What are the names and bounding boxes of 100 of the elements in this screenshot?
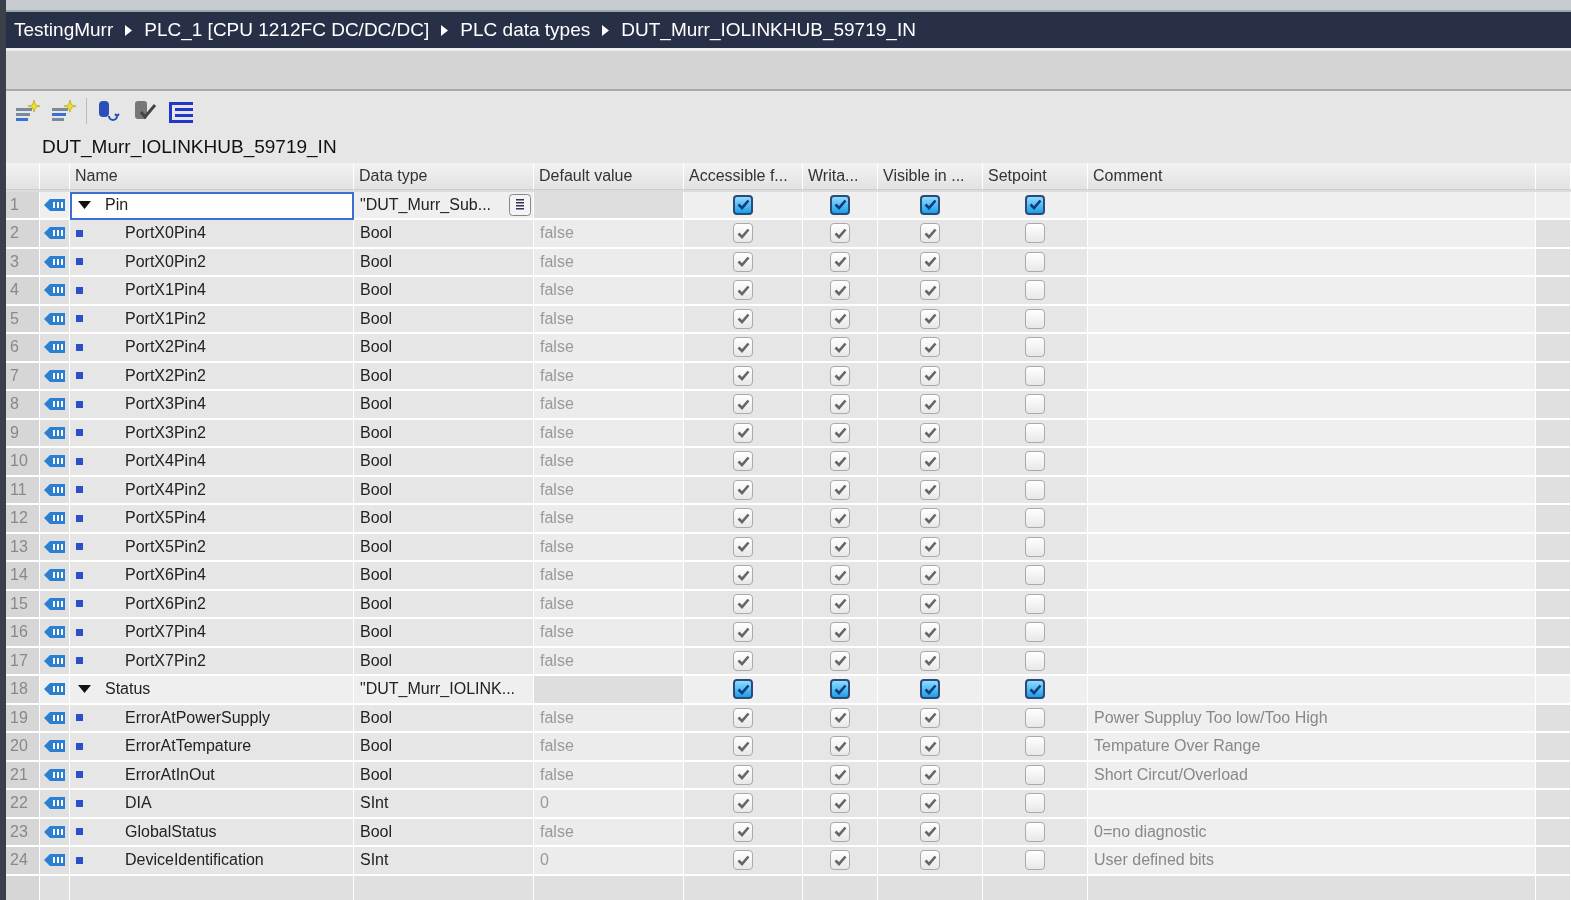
member-bullet-icon	[76, 343, 83, 351]
row-number: 18	[6, 676, 40, 705]
row-number: 4	[6, 277, 40, 306]
table-cell	[1536, 790, 1571, 819]
member-bullet-icon	[76, 457, 83, 465]
member-bullet-icon	[76, 799, 83, 807]
add-row-icon[interactable]	[50, 98, 78, 124]
column-header[interactable]: Comment	[1088, 163, 1536, 190]
member-bullet-icon	[76, 657, 83, 665]
member-name: Pin	[105, 195, 129, 214]
checkmark-icon	[833, 541, 847, 553]
checkmark-icon	[833, 284, 847, 296]
breadcrumb-item[interactable]: PLC data types	[460, 19, 591, 41]
expand-triangle-icon[interactable]	[78, 685, 91, 694]
checkmark-icon	[736, 826, 750, 838]
data-type: Bool	[360, 452, 393, 471]
checkbox[interactable]	[1025, 194, 1045, 215]
list-picker-icon[interactable]	[509, 193, 531, 216]
checkbox[interactable]	[920, 194, 940, 215]
checkmark-icon	[736, 541, 750, 553]
member-name: ErrorAtInOut	[125, 765, 215, 784]
column-header[interactable]: Name	[70, 163, 354, 190]
breadcrumb-item[interactable]: TestingMurr	[14, 19, 114, 41]
checkmark-icon	[736, 484, 750, 496]
default-value: false	[540, 309, 574, 328]
data-type: SInt	[360, 794, 389, 813]
row-number: 14	[6, 562, 40, 591]
checkbox[interactable]	[830, 194, 850, 215]
table-cell	[1536, 590, 1571, 619]
row-number: 20	[6, 733, 40, 762]
checkmark-icon	[923, 455, 937, 467]
checkbox[interactable]	[920, 679, 940, 700]
member-bullet-icon	[76, 771, 83, 779]
expand-triangle-icon[interactable]	[78, 200, 91, 209]
checkmark-icon	[833, 797, 847, 809]
default-value: false	[540, 651, 574, 670]
name-cell[interactable]: Pin	[70, 191, 354, 220]
checkmark-icon	[923, 598, 937, 610]
checkbox[interactable]	[1025, 679, 1045, 700]
comment-text: Power Suppluy Too low/Too High	[1094, 708, 1328, 727]
table-cell	[1536, 676, 1571, 705]
breadcrumb-item[interactable]: PLC_1 [CPU 1212FC DC/DC/DC]	[144, 19, 430, 41]
default-value: false	[540, 708, 574, 727]
data-type: Bool	[360, 509, 393, 528]
checkmark-icon	[833, 683, 847, 695]
breadcrumb-separator-icon	[125, 24, 133, 36]
checkmark-icon	[923, 626, 937, 638]
default-value: false	[540, 281, 574, 300]
breadcrumb-item[interactable]: DUT_Murr_IOLINKHUB_59719_IN	[621, 19, 916, 41]
default-value: false	[540, 395, 574, 414]
checkmark-icon	[833, 740, 847, 752]
column-header[interactable]: Writa...	[803, 163, 878, 190]
checkbox[interactable]	[830, 679, 850, 700]
insert-row-icon[interactable]	[14, 98, 42, 124]
column-header[interactable]: Setpoint	[983, 163, 1088, 190]
column-header[interactable]: Data type	[354, 163, 534, 190]
member-bullet-icon	[76, 543, 83, 551]
checkmark-icon	[736, 655, 750, 667]
default-value: false	[540, 452, 574, 471]
table-cell	[1536, 248, 1571, 277]
member-bullet-icon	[76, 714, 83, 722]
column-header[interactable]: Default value	[534, 163, 684, 190]
row-number: 21	[6, 761, 40, 790]
interface-tag-icon	[43, 767, 66, 782]
data-type: Bool	[360, 623, 393, 642]
table-cell	[1536, 476, 1571, 505]
table-cell	[1536, 619, 1571, 648]
checkmark-icon	[923, 341, 937, 353]
interface-tag-icon	[43, 482, 66, 497]
member-bullet-icon	[76, 315, 83, 323]
column-header[interactable]: Accessible f...	[684, 163, 803, 190]
default-value: false	[540, 338, 574, 357]
member-bullet-icon	[76, 600, 83, 608]
data-type: Bool	[360, 480, 393, 499]
column-header[interactable]: Visible in ...	[878, 163, 983, 190]
checkmark-icon	[923, 712, 937, 724]
comment-text: Short Circut/Overload	[1094, 765, 1248, 784]
default-value: false	[540, 765, 574, 784]
checkmark-icon	[736, 455, 750, 467]
member-bullet-icon	[76, 514, 83, 522]
checkmark-icon	[923, 740, 937, 752]
checkbox[interactable]	[733, 194, 753, 215]
checkmark-icon	[833, 313, 847, 325]
breadcrumb-separator-icon	[441, 24, 449, 36]
column-header	[6, 163, 40, 190]
default-value: false	[540, 224, 574, 243]
row-number: 11	[6, 476, 40, 505]
checkmark-icon	[833, 569, 847, 581]
checkmark-icon	[923, 484, 937, 496]
row-number: 6	[6, 334, 40, 363]
checkbox[interactable]	[733, 679, 753, 700]
default-value: false	[540, 822, 574, 841]
interface-tag-icon	[43, 596, 66, 611]
data-type: Bool	[360, 765, 393, 784]
interface-tag-icon	[43, 454, 66, 469]
interface-tag-icon	[43, 653, 66, 668]
table-cell	[1536, 391, 1571, 420]
row-number: 7	[6, 362, 40, 391]
data-type: Bool	[360, 737, 393, 756]
checkmark-icon	[736, 256, 750, 268]
